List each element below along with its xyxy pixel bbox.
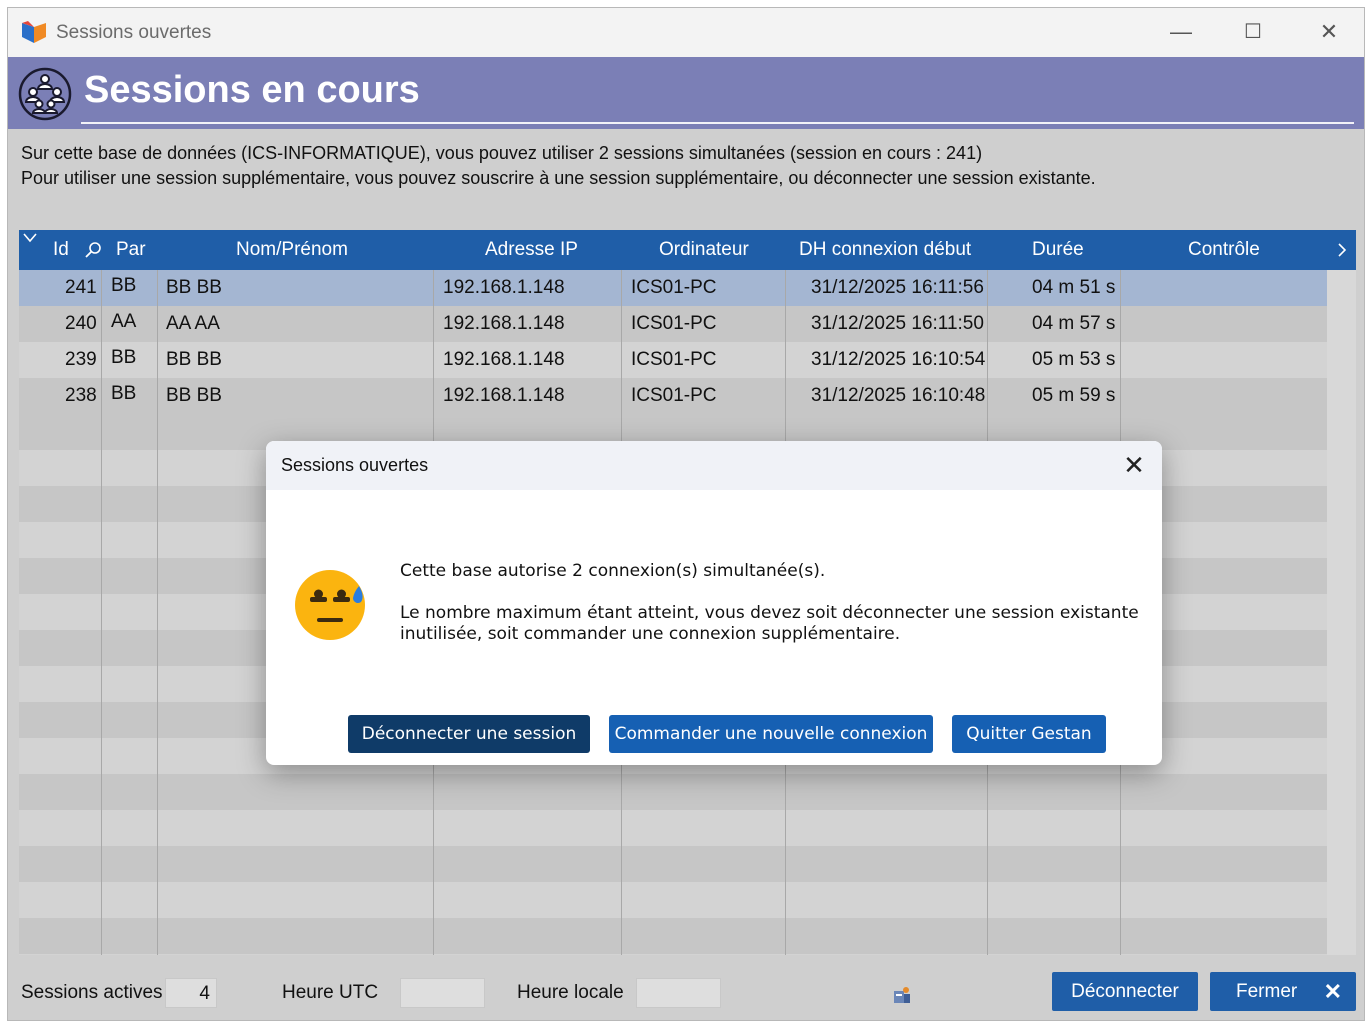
minimize-button[interactable]: —	[1158, 16, 1204, 48]
window-title: Sessions ouvertes	[56, 22, 212, 43]
cell-par: AA	[111, 311, 137, 332]
cell-ip: 192.168.1.148	[443, 313, 565, 334]
info-text: Sur cette base de données (ICS-INFORMATI…	[21, 141, 1096, 191]
table-row[interactable]: 241 BB BB BB 192.168.1.148 ICS01-PC 31/1…	[19, 270, 1327, 306]
app-logo-icon	[22, 21, 46, 43]
maximize-button[interactable]: ☐	[1230, 16, 1276, 48]
heure-locale-value	[636, 978, 721, 1008]
cell-duree: 05 m 59 s	[1032, 385, 1116, 406]
cell-dh: 31/12/2025 16:10:54	[811, 349, 986, 370]
cell-duree: 04 m 51 s	[1032, 277, 1116, 298]
col-duree[interactable]: Durée	[1032, 239, 1084, 261]
status-bar: Sessions actives 4 Heure UTC Heure local…	[8, 968, 1364, 1022]
window-close-button[interactable]: ✕	[1306, 16, 1352, 48]
search-icon[interactable]	[85, 242, 101, 258]
title-bar: Sessions ouvertes — ☐ ✕	[8, 8, 1364, 57]
table-row[interactable]: 240 AA AA AA 192.168.1.148 ICS01-PC 31/1…	[19, 306, 1327, 342]
empty-row	[19, 918, 1327, 954]
cell-ordinateur: ICS01-PC	[631, 313, 717, 334]
users-group-icon	[18, 67, 72, 121]
chevron-right-icon[interactable]	[1337, 243, 1347, 257]
deconnecter-session-button[interactable]: Déconnecter une session	[348, 715, 590, 753]
heure-locale-label: Heure locale	[517, 982, 624, 1003]
dialog-message-1: Cette base autorise 2 connexion(s) simul…	[400, 561, 826, 581]
chevron-down-icon[interactable]	[23, 233, 37, 243]
cell-par: BB	[111, 383, 137, 404]
cell-dh: 31/12/2025 16:11:56	[811, 277, 984, 298]
heure-utc-label: Heure UTC	[282, 982, 379, 1003]
dialog-title: Sessions ouvertes	[281, 455, 429, 475]
sessions-dialog: Sessions ouvertes ✕ Cette base autorise …	[266, 441, 1162, 765]
deconnecter-button[interactable]: Déconnecter	[1052, 972, 1198, 1011]
col-nom[interactable]: Nom/Prénom	[236, 239, 348, 261]
fermer-button[interactable]: Fermer ✕	[1210, 972, 1356, 1011]
dialog-message-2b: inutilisée, soit commander une connexion…	[400, 624, 901, 644]
cell-dh: 31/12/2025 16:10:48	[811, 385, 986, 406]
col-dh-connexion[interactable]: DH connexion début	[799, 239, 971, 261]
cell-duree: 05 m 53 s	[1032, 349, 1116, 370]
cell-ordinateur: ICS01-PC	[631, 385, 717, 406]
info-line-2: Pour utiliser une session supplémentaire…	[21, 168, 1096, 188]
dialog-message-2a: Le nombre maximum étant atteint, vous de…	[400, 603, 1139, 623]
network-users-icon[interactable]	[891, 985, 913, 1007]
page-title: Sessions en cours	[84, 69, 420, 111]
cell-ordinateur: ICS01-PC	[631, 277, 717, 298]
table-row[interactable]: 238 BB BB BB 192.168.1.148 ICS01-PC 31/1…	[19, 378, 1327, 414]
cell-nom: BB BB	[166, 349, 222, 370]
fermer-label: Fermer	[1236, 981, 1298, 1002]
sessions-actives-value: 4	[165, 978, 217, 1008]
empty-row	[19, 774, 1327, 810]
vertical-scrollbar[interactable]	[1327, 270, 1356, 955]
cell-nom: BB BB	[166, 277, 222, 298]
dialog-title-bar: Sessions ouvertes ✕	[266, 441, 1162, 490]
cell-dh: 31/12/2025 16:11:50	[811, 313, 984, 334]
cell-par: BB	[111, 275, 137, 296]
col-id[interactable]: Id	[53, 239, 69, 261]
commander-connexion-button[interactable]: Commander une nouvelle connexion	[609, 715, 933, 753]
cell-ip: 192.168.1.148	[443, 385, 565, 406]
sweat-smile-emoji-icon	[295, 570, 365, 640]
cell-ip: 192.168.1.148	[443, 349, 565, 370]
heure-utc-value	[400, 978, 485, 1008]
cell-par: BB	[111, 347, 137, 368]
empty-row	[19, 846, 1327, 882]
column-divider	[101, 270, 102, 955]
table-row[interactable]: 239 BB BB BB 192.168.1.148 ICS01-PC 31/1…	[19, 342, 1327, 378]
cell-ip: 192.168.1.148	[443, 277, 565, 298]
col-ordinateur[interactable]: Ordinateur	[659, 239, 749, 261]
close-x-icon: ✕	[1323, 979, 1342, 1004]
cell-ordinateur: ICS01-PC	[631, 349, 717, 370]
cell-id: 238	[65, 385, 97, 406]
cell-id: 241	[65, 277, 97, 298]
column-divider	[157, 270, 158, 955]
sessions-actives-label: Sessions actives	[21, 982, 163, 1003]
col-ip[interactable]: Adresse IP	[485, 239, 578, 261]
table-header: Id Par Nom/Prénom Adresse IP Ordinateur …	[19, 230, 1356, 270]
info-line-1: Sur cette base de données (ICS-INFORMATI…	[21, 143, 983, 163]
col-controle[interactable]: Contrôle	[1188, 239, 1260, 261]
cell-id: 240	[65, 313, 97, 334]
header-band: Sessions en cours	[8, 57, 1364, 129]
cell-nom: AA AA	[166, 313, 220, 334]
quitter-gestan-button[interactable]: Quitter Gestan	[952, 715, 1106, 753]
dialog-close-button[interactable]: ✕	[1118, 449, 1150, 481]
header-underline	[81, 122, 1354, 124]
cell-duree: 04 m 57 s	[1032, 313, 1116, 334]
cell-nom: BB BB	[166, 385, 222, 406]
col-par[interactable]: Par	[116, 239, 146, 261]
cell-id: 239	[65, 349, 97, 370]
